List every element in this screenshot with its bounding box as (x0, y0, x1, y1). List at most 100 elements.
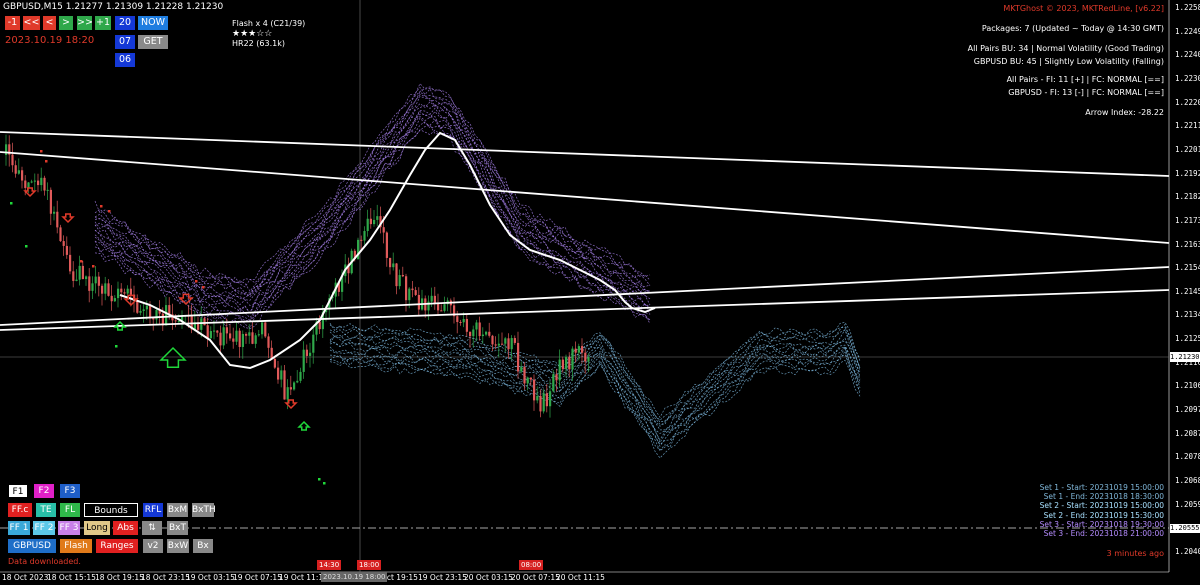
purple-projection-line (94, 86, 651, 292)
candle-body (213, 330, 216, 332)
candle-body (558, 359, 561, 381)
candle-body (65, 245, 68, 255)
purple-projection-line (94, 86, 651, 288)
last-update-text: 3 minutes ago (1106, 549, 1164, 558)
f2-button[interactable]: F2 (34, 484, 54, 498)
get-button[interactable]: GET (138, 35, 168, 49)
v2-button[interactable]: v2 (143, 539, 163, 553)
candle-body (430, 295, 433, 302)
candle-body (46, 189, 49, 191)
nav-button[interactable]: >> (77, 16, 93, 30)
bars-07-button[interactable]: 07 (115, 35, 135, 49)
candle-body (49, 189, 52, 214)
copyright-text: MKTGhost © 2023, MKTRedLine, [v6.22] (1003, 4, 1164, 13)
signal-dot (92, 265, 95, 268)
candle-body (584, 352, 587, 362)
purple-projection-line (94, 129, 651, 329)
candle-body (149, 305, 152, 318)
nav-button[interactable]: > (59, 16, 73, 30)
candle-body (273, 358, 276, 368)
ff2-button[interactable]: FF 2 (33, 521, 55, 535)
bx-button[interactable]: Bx (193, 539, 213, 553)
candle-body (56, 211, 59, 228)
bxth-button[interactable]: BxTH (192, 503, 216, 517)
bxw-button[interactable]: BxW (167, 539, 189, 553)
blue-projection-line (329, 329, 861, 425)
symbol-label: GBPUSD,M15 (3, 2, 63, 12)
candle-body (104, 283, 107, 294)
price-tick-label: 1.22400 (1175, 50, 1200, 60)
ff1-button[interactable]: FF 1 (8, 521, 30, 535)
candle-body (123, 292, 126, 294)
rfl-button[interactable]: RFL (143, 503, 163, 517)
bxm-button[interactable]: BxM (167, 503, 188, 517)
candle-body (78, 265, 81, 280)
price-tick-label: 1.21450 (1175, 286, 1200, 296)
status-text: Data downloaded. (8, 557, 81, 566)
candle-body (318, 321, 321, 330)
price-tick-label: 1.20685 (1175, 476, 1200, 485)
signal-dot (25, 245, 28, 248)
abs-button[interactable]: Abs (113, 521, 138, 535)
time-tick-label: 18 Oct 19:15 (95, 573, 144, 582)
signal-dot (115, 345, 118, 348)
symbol-button[interactable]: GBPUSD (8, 539, 56, 553)
bars-20-button[interactable]: 20 (115, 16, 135, 30)
candle-body (309, 352, 312, 356)
candle-body (165, 305, 168, 326)
candle-body (69, 254, 72, 272)
swap-button[interactable]: ⇅ (142, 521, 162, 535)
candle-body (369, 218, 372, 225)
candle-body (85, 276, 88, 280)
blue-projection-line (329, 321, 861, 418)
nav-button[interactable]: < (43, 16, 56, 30)
price-tick-label: 1.22300 (1175, 73, 1200, 83)
candle-body (536, 395, 539, 401)
ff3-button[interactable]: FF 3 (58, 521, 80, 535)
sell-arrow-icon (23, 187, 37, 198)
long-button[interactable]: Long (84, 521, 110, 535)
bxt-button[interactable]: BxT (167, 521, 188, 535)
candle-body (27, 182, 30, 188)
bars-06-button[interactable]: 06 (115, 53, 135, 67)
candle-body (517, 342, 520, 372)
candle-body (299, 371, 302, 381)
purple-projection-line (94, 82, 651, 284)
ffc-button[interactable]: FF.c (8, 503, 32, 517)
price-tick-label: 1.20590 (1175, 499, 1200, 509)
candle-body (139, 310, 142, 313)
nav-button[interactable]: << (23, 16, 40, 30)
flash-button[interactable]: Flash (60, 539, 92, 553)
candle-body (581, 346, 584, 353)
candle-body (91, 283, 94, 291)
gbpusd-bu-text: GBPUSD BU: 45 | Slightly Low Volatility … (973, 57, 1164, 66)
f1-button[interactable]: F1 (8, 484, 28, 498)
nav-button[interactable]: -1 (5, 16, 20, 30)
candle-body (302, 349, 305, 372)
bounds-button[interactable]: Bounds (84, 503, 138, 517)
te-button[interactable]: TE (36, 503, 56, 517)
now-button[interactable]: NOW (138, 16, 168, 30)
candle-body (126, 288, 129, 294)
blue-projection-line (329, 323, 861, 423)
f3-button[interactable]: F3 (60, 484, 80, 498)
candle-body (408, 288, 411, 301)
allpairs-fi-text: All Pairs - FI: 11 [+] | FC: NORMAL [==] (1006, 75, 1164, 84)
candle-body (389, 257, 392, 268)
candle-body (21, 170, 24, 181)
time-tag: 18:00 (357, 560, 382, 570)
candle-body (549, 391, 552, 407)
fl-button[interactable]: FL (60, 503, 80, 517)
candle-body (376, 216, 379, 220)
nav-button[interactable]: +1 (95, 16, 111, 30)
candle-body (440, 310, 443, 312)
ranges-button[interactable]: Ranges (96, 539, 138, 553)
price-tick-label: 1.20970 (1175, 405, 1200, 415)
buy-arrow-icon (297, 420, 311, 431)
price-tick-label: 1.20780 (1175, 452, 1200, 462)
blue-projection-line (329, 345, 861, 444)
candle-body (398, 275, 401, 287)
candle-body (433, 295, 436, 304)
signal-dot (100, 205, 103, 208)
candle-body (574, 348, 577, 353)
